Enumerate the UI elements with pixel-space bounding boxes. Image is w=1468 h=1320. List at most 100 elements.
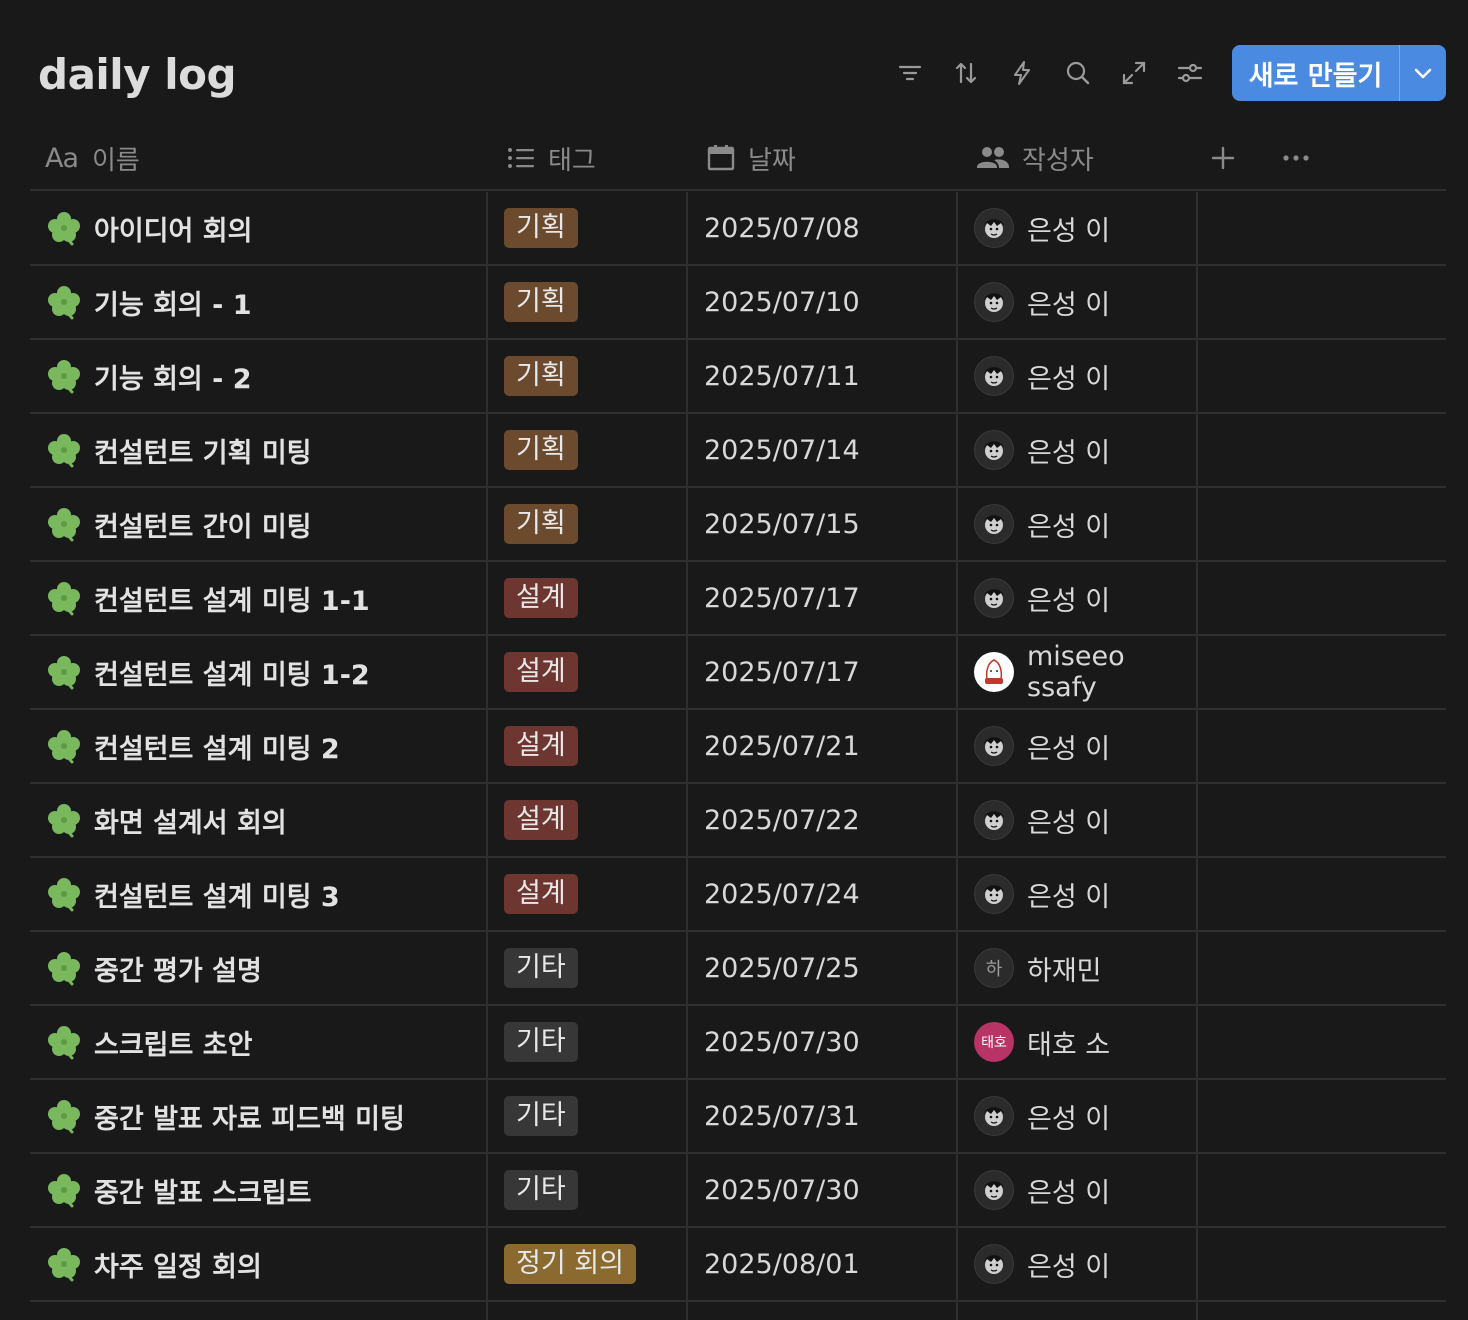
table-body: 아이디어 회의 기획 2025/07/08 은성 이 기능 회의 - 1 기획 2025/0…	[30, 192, 1446, 1320]
cell-tag[interactable]: 설계	[488, 710, 688, 782]
column-header-date[interactable]: 날짜	[688, 127, 958, 189]
cell-name[interactable]: 차주 일정 회의	[30, 1228, 488, 1300]
cell-name[interactable]: 컨설턴트 간이 미팅	[30, 488, 488, 560]
cell-name[interactable]: 컨설턴트 기획 미팅	[30, 414, 488, 486]
table-row[interactable]: 중간 평가 설명 기타 2025/07/25 하 하재민	[30, 932, 1446, 1006]
cell-date[interactable]: 2025/07/17	[688, 636, 958, 708]
cell-date[interactable]: 2025/07/22	[688, 784, 958, 856]
cell-author[interactable]: 은성 이	[958, 710, 1198, 782]
column-header-author[interactable]: 작성자	[958, 127, 1198, 189]
table-row[interactable]: 화면 설계서 회의 설계 2025/07/22 은성 이	[30, 784, 1446, 858]
cell-name[interactable]: 컨설턴트 설계 미팅 1-1	[30, 562, 488, 634]
table-row[interactable]: 컨설턴트 기획 미팅 기획 2025/07/14 은성 이	[30, 414, 1446, 488]
cell-author[interactable]: 은성 이	[958, 1080, 1198, 1152]
cell-date[interactable]: 2025/07/30	[688, 1006, 958, 1078]
cell-name[interactable]: 컨설턴트 설계 미팅 1-2	[30, 636, 488, 708]
cell-date[interactable]: 2025/08/01	[688, 1228, 958, 1300]
cell-tag[interactable]: 설계	[488, 562, 688, 634]
cell-tag[interactable]: 기획	[488, 488, 688, 560]
date-value: 2025/07/30	[704, 1174, 860, 1206]
cell-date[interactable]: 2025/07/17	[688, 562, 958, 634]
column-label: 이름	[92, 145, 140, 176]
cell-name[interactable]: 아이디어 회의	[30, 192, 488, 264]
cell-author[interactable]: miseeo ssafy	[958, 636, 1198, 708]
cell-tag[interactable]: 설계	[488, 636, 688, 708]
table-row[interactable]: 컨설턴트 설계 미팅 1-1 설계 2025/07/17 은성 이	[30, 562, 1446, 636]
cell-date[interactable]: 2025/07/31	[688, 1080, 958, 1152]
cell-tag[interactable]: 기획	[488, 266, 688, 338]
table-row[interactable]: 중간 발표 스크립트 기타 2025/07/30 은성 이	[30, 1154, 1446, 1228]
settings-button[interactable]	[1162, 45, 1218, 101]
cell-author[interactable]: 은성 이	[958, 340, 1198, 412]
cell-name[interactable]: 기능 회의 - 1	[30, 266, 488, 338]
table-row[interactable]: 차주 일정 회의 정기 회의 2025/08/01 은성 이	[30, 1228, 1446, 1302]
cell-date[interactable]: 2025/07/21	[688, 710, 958, 782]
cell-tag[interactable]: 기획	[488, 414, 688, 486]
cell-name[interactable]: 스크립트 초안	[30, 1006, 488, 1078]
new-button[interactable]: 새로 만들기	[1232, 45, 1400, 101]
column-header-tag[interactable]: 태그	[488, 127, 688, 189]
search-button[interactable]	[1050, 45, 1106, 101]
table-row[interactable]: 컨설턴트 설계 미팅 1-2 설계 2025/07/17 miseeo ssafy	[30, 636, 1446, 710]
cell-tag[interactable]: 기타	[488, 932, 688, 1004]
cell-author[interactable]: 은성 이	[958, 1228, 1198, 1300]
cell-tag[interactable]: 설계	[488, 784, 688, 856]
cell-date[interactable]: 2025/07/14	[688, 414, 958, 486]
cell-tag[interactable]: 기타	[488, 1154, 688, 1226]
cell-name[interactable]: 중간 발표 스크립트	[30, 1154, 488, 1226]
column-header-name[interactable]: Aa 이름	[30, 127, 488, 189]
table-row[interactable]: 컨설턴트 간이 미팅 기획 2025/07/15 은성 이	[30, 488, 1446, 562]
cell-date[interactable]: 2025/07/08	[688, 192, 958, 264]
cell-date[interactable]: 2025/07/11	[688, 340, 958, 412]
cell-name[interactable]: 기능 회의 - 2	[30, 340, 488, 412]
cell-date[interactable]: 2025/07/30	[688, 1154, 958, 1226]
cell-author[interactable]: 은성 이	[958, 414, 1198, 486]
add-column-icon[interactable]	[1210, 145, 1236, 171]
cell-author[interactable]: 은성 이	[958, 266, 1198, 338]
cell-date[interactable]: 2025/07/25	[688, 932, 958, 1004]
sort-button[interactable]	[938, 45, 994, 101]
table-row[interactable]: 기능 회의 - 1 기획 2025/07/10 은성 이	[30, 266, 1446, 340]
cell-author[interactable]: 은성 이	[958, 858, 1198, 930]
clover-icon	[48, 582, 80, 616]
table-row[interactable]: 컨설턴트 설계 미팅 2 설계 2025/07/21 은성 이	[30, 710, 1446, 784]
table-row[interactable]: 스크립트 초안 기타 2025/07/30 태호 태호 소	[30, 1006, 1446, 1080]
cell-tag[interactable]: 기획	[488, 340, 688, 412]
automation-button[interactable]	[994, 45, 1050, 101]
cell-tag[interactable]: 정기 회의	[488, 1228, 688, 1300]
cell-tag[interactable]: 설계	[488, 858, 688, 930]
filter-button[interactable]	[882, 45, 938, 101]
row-title: 중간 평가 설명	[94, 955, 262, 987]
cell-tag[interactable]: 기타	[488, 1006, 688, 1078]
expand-button[interactable]	[1106, 45, 1162, 101]
cell-tag[interactable]: 기타	[488, 1080, 688, 1152]
cell-author[interactable]: 태호 태호 소	[958, 1006, 1198, 1078]
cell-author[interactable]: 하 하재민	[958, 932, 1198, 1004]
cell-author[interactable]: 은성 이	[958, 488, 1198, 560]
cell-name[interactable]: 화면 설계서 회의	[30, 784, 488, 856]
cell-tag[interactable]: 기획	[488, 192, 688, 264]
avatar-face-icon	[984, 589, 1004, 608]
table-row[interactable]: 아이디어 회의 기획 2025/07/08 은성 이	[30, 192, 1446, 266]
table-row[interactable]: 중간 발표 자료 피드백 미팅 기타 2025/07/31 은성 이	[30, 1080, 1446, 1154]
date-value: 2025/07/11	[704, 360, 860, 392]
cell-name[interactable]: 중간 평가 설명	[30, 932, 488, 1004]
cell-name[interactable]: 중간 발표 자료 피드백 미팅	[30, 1080, 488, 1152]
cell-date[interactable]: 2025/07/24	[688, 858, 958, 930]
table-row[interactable]: 기능 회의 - 2 기획 2025/07/11 은성 이	[30, 340, 1446, 414]
cell-name[interactable]: 컨설턴트 설계 미팅 3	[30, 858, 488, 930]
cell-date[interactable]: 2025/07/15	[688, 488, 958, 560]
author-name: 은성 이	[1027, 1251, 1111, 1283]
cell-date[interactable]: 2025/07/10	[688, 266, 958, 338]
cell-author[interactable]: 은성 이	[958, 1154, 1198, 1226]
new-dropdown-button[interactable]	[1400, 45, 1446, 101]
cell-author[interactable]: 은성 이	[958, 562, 1198, 634]
cell-date	[688, 1302, 958, 1320]
cell-author[interactable]: 은성 이	[958, 784, 1198, 856]
avatar-face-icon	[984, 515, 1004, 534]
clover-icon	[48, 212, 80, 246]
more-options-icon[interactable]	[1282, 154, 1310, 162]
cell-author[interactable]: 은성 이	[958, 192, 1198, 264]
cell-name[interactable]: 컨설턴트 설계 미팅 2	[30, 710, 488, 782]
table-row[interactable]: 컨설턴트 설계 미팅 3 설계 2025/07/24 은성 이	[30, 858, 1446, 932]
